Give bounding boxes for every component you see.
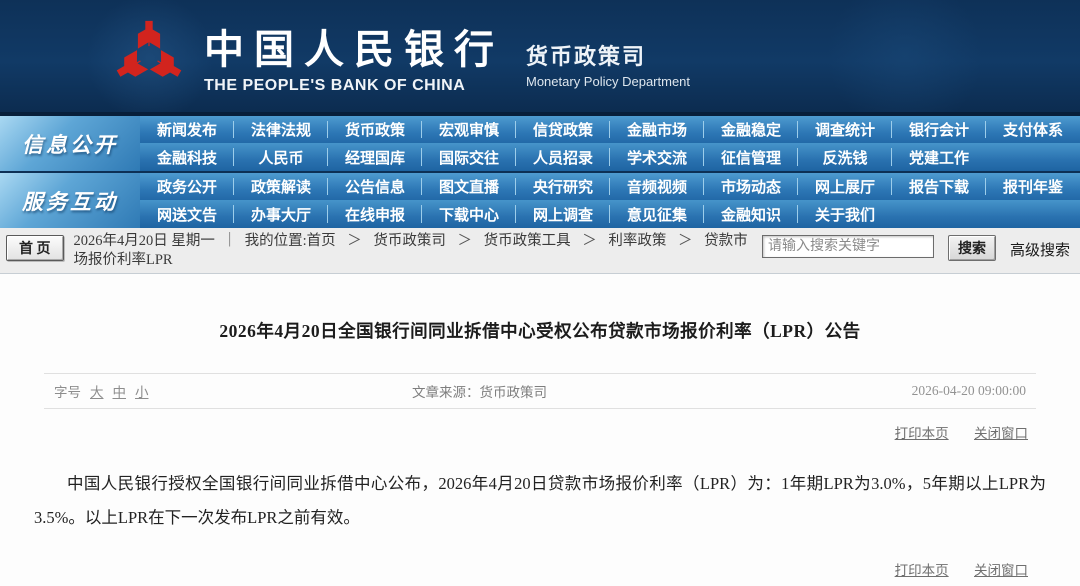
department-block: 货币政策司 Monetary Policy Department — [526, 23, 690, 89]
article-meta-bar: 字号 大 中 小 文章来源：货币政策司 2026-04-20 09:00:00 — [44, 373, 1036, 409]
breadcrumb-bar: 首 页 2026年4月20日 星期一 ｜ 我的位置:首页 ＞ 货币政策司 ＞ 货… — [0, 228, 1080, 274]
nav-item[interactable]: 办事大厅 — [234, 200, 328, 228]
bank-name-cn: 中国人民银行 — [204, 17, 504, 75]
breadcrumb-dept[interactable]: 货币政策司 — [373, 233, 446, 249]
nav-item[interactable]: 信贷政策 — [516, 116, 610, 143]
nav-row: 政务公开 政策解读 公告信息 图文直播 央行研究 音频视频 市场动态 网上展厅 … — [140, 173, 1080, 200]
position-prefix: 我的位置: — [245, 233, 307, 249]
chevron-separator-icon: ＞ — [347, 233, 362, 249]
nav-item[interactable]: 下载中心 — [422, 200, 516, 228]
font-size-medium[interactable]: 中 — [113, 381, 127, 401]
nav-row: 网送文告 办事大厅 在线申报 下载中心 网上调查 意见征集 金融知识 关于我们 — [140, 200, 1080, 228]
department-name-en: Monetary Policy Department — [526, 74, 690, 89]
nav-item[interactable]: 图文直播 — [422, 173, 516, 200]
nav-menu: 新闻发布 法律法规 货币政策 宏观审慎 信贷政策 金融市场 金融稳定 调查统计 … — [140, 116, 1080, 171]
font-size-large[interactable]: 大 — [90, 381, 104, 401]
site-header: 中国人民银行 THE PEOPLE'S BANK OF CHINA 货币政策司 … — [0, 0, 1080, 116]
nav-section-label-services[interactable]: 服务互动 — [0, 173, 140, 228]
nav-item[interactable]: 支付体系 — [986, 116, 1080, 143]
nav-item[interactable]: 意见征集 — [610, 200, 704, 228]
breadcrumb-home[interactable]: 首页 — [307, 233, 336, 249]
search-button[interactable]: 搜索 — [948, 235, 996, 261]
article-datetime: 2026-04-20 09:00:00 — [912, 383, 1026, 399]
nav-item[interactable]: 经理国库 — [328, 143, 422, 171]
nav-item[interactable]: 货币政策 — [328, 116, 422, 143]
source-value: 货币政策司 — [480, 385, 548, 400]
nav-item[interactable]: 网上调查 — [516, 200, 610, 228]
nav-item[interactable]: 金融市场 — [610, 116, 704, 143]
nav-item[interactable]: 反洗钱 — [798, 143, 892, 171]
advanced-search-link[interactable]: 高级搜索 — [1010, 239, 1070, 260]
nav-item[interactable]: 金融科技 — [140, 143, 234, 171]
nav-item[interactable]: 宏观审慎 — [422, 116, 516, 143]
nav-item[interactable]: 市场动态 — [704, 173, 798, 200]
chevron-separator-icon: ＞ — [582, 233, 597, 249]
search-area: 搜索 高级搜索 — [762, 232, 1070, 261]
nav-item[interactable]: 学术交流 — [610, 143, 704, 171]
article-actions-top: 打印本页 关闭窗口 — [52, 422, 1028, 442]
article-body: 中国人民银行授权全国银行间同业拆借中心公布，2026年4月20日贷款市场报价利率… — [34, 467, 1046, 535]
nav-item[interactable]: 报刊年鉴 — [986, 173, 1080, 200]
nav-item[interactable]: 在线申报 — [328, 200, 422, 228]
current-date: 2026年4月20日 星期一 — [74, 233, 215, 249]
nav-item[interactable]: 党建工作 — [892, 143, 986, 171]
nav-menu: 政务公开 政策解读 公告信息 图文直播 央行研究 音频视频 市场动态 网上展厅 … — [140, 173, 1080, 228]
nav-item[interactable]: 音频视频 — [610, 173, 704, 200]
nav-section-info-disclosure: 信息公开 新闻发布 法律法规 货币政策 宏观审慎 信贷政策 金融市场 金融稳定 … — [0, 116, 1080, 171]
font-size-controls: 字号 大 中 小 — [54, 381, 274, 401]
nav-item[interactable]: 政务公开 — [140, 173, 234, 200]
print-page-link[interactable]: 打印本页 — [895, 563, 949, 578]
nav-item[interactable]: 调查统计 — [798, 116, 892, 143]
bank-name-block: 中国人民银行 THE PEOPLE'S BANK OF CHINA — [204, 17, 504, 95]
nav-item[interactable]: 银行会计 — [892, 116, 986, 143]
nav-item[interactable]: 人员招录 — [516, 143, 610, 171]
nav-item[interactable]: 公告信息 — [328, 173, 422, 200]
nav-row: 新闻发布 法律法规 货币政策 宏观审慎 信贷政策 金融市场 金融稳定 调查统计 … — [140, 116, 1080, 143]
nav-item[interactable]: 金融稳定 — [704, 116, 798, 143]
breadcrumb: 2026年4月20日 星期一 ｜ 我的位置:首页 ＞ 货币政策司 ＞ 货币政策工… — [74, 232, 762, 270]
department-name-cn: 货币政策司 — [526, 39, 690, 71]
breadcrumb-rate-policy[interactable]: 利率政策 — [608, 233, 666, 249]
nav-item[interactable]: 征信管理 — [704, 143, 798, 171]
nav-item[interactable]: 报告下载 — [892, 173, 986, 200]
pboc-logo-icon — [112, 19, 186, 93]
close-window-link[interactable]: 关闭窗口 — [974, 426, 1028, 441]
nav-item[interactable]: 关于我们 — [798, 200, 892, 228]
close-window-link[interactable]: 关闭窗口 — [974, 563, 1028, 578]
nav-item[interactable]: 新闻发布 — [140, 116, 234, 143]
nav-item[interactable]: 央行研究 — [516, 173, 610, 200]
article-title: 2026年4月20日全国银行间同业拆借中心受权公布贷款市场报价利率（LPR）公告 — [0, 274, 1080, 343]
source-label: 文章来源： — [412, 385, 480, 400]
nav-item[interactable]: 网送文告 — [140, 200, 234, 228]
nav-section-services: 服务互动 政务公开 政策解读 公告信息 图文直播 央行研究 音频视频 市场动态 … — [0, 173, 1080, 228]
article-actions-bottom: 打印本页 关闭窗口 — [52, 559, 1028, 579]
article-source: 文章来源：货币政策司 — [274, 381, 912, 401]
nav-section-label-info-disclosure[interactable]: 信息公开 — [0, 116, 140, 171]
nav-item[interactable]: 国际交往 — [422, 143, 516, 171]
home-button[interactable]: 首 页 — [6, 235, 64, 261]
nav-item[interactable]: 网上展厅 — [798, 173, 892, 200]
breadcrumb-divider: ｜ — [223, 233, 238, 249]
main-nav: 信息公开 新闻发布 法律法规 货币政策 宏观审慎 信贷政策 金融市场 金融稳定 … — [0, 116, 1080, 228]
nav-row: 金融科技 人民币 经理国库 国际交往 人员招录 学术交流 征信管理 反洗钱 党建… — [140, 143, 1080, 171]
nav-item[interactable]: 金融知识 — [704, 200, 798, 228]
print-page-link[interactable]: 打印本页 — [895, 426, 949, 441]
nav-item[interactable]: 法律法规 — [234, 116, 328, 143]
chevron-separator-icon: ＞ — [458, 233, 473, 249]
nav-item[interactable]: 政策解读 — [234, 173, 328, 200]
font-size-label: 字号 — [54, 381, 81, 401]
font-size-small[interactable]: 小 — [135, 381, 149, 401]
bank-name-en: THE PEOPLE'S BANK OF CHINA — [204, 77, 504, 95]
nav-item[interactable]: 人民币 — [234, 143, 328, 171]
article-panel: 2026年4月20日全国银行间同业拆借中心受权公布贷款市场报价利率（LPR）公告… — [0, 274, 1080, 586]
breadcrumb-policy-tools[interactable]: 货币政策工具 — [484, 233, 571, 249]
search-input[interactable] — [762, 235, 934, 258]
chevron-separator-icon: ＞ — [678, 233, 693, 249]
